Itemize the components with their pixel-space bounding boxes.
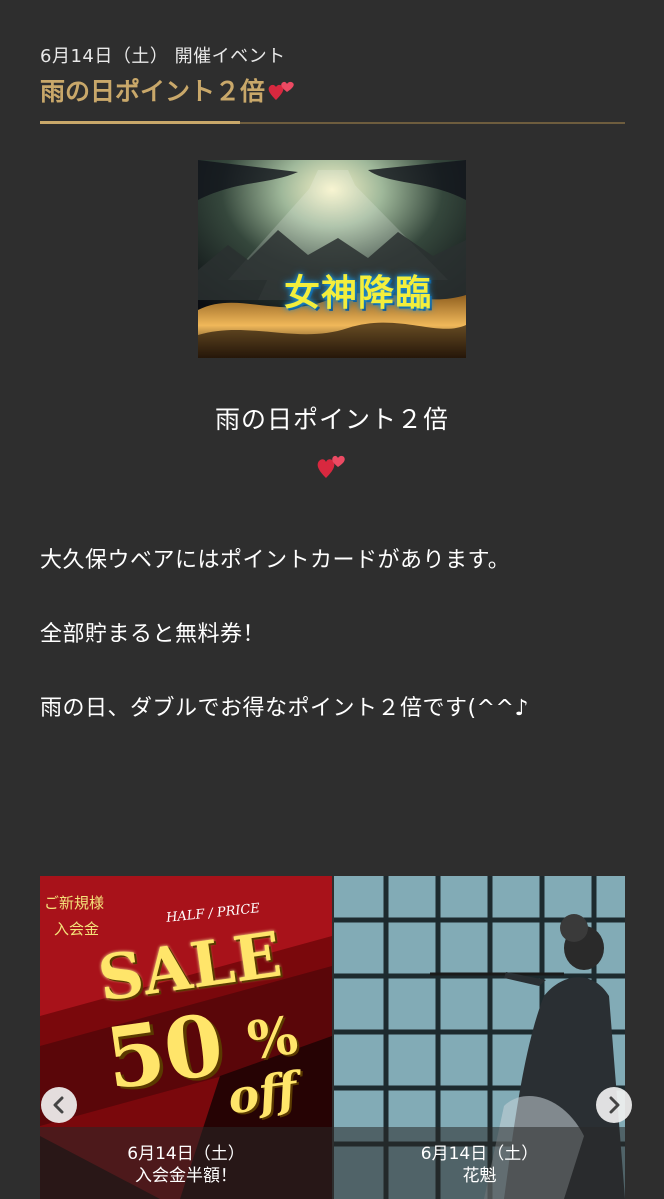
card-label: 花魁 bbox=[462, 1166, 497, 1186]
sale-corner-text: ご新規様 bbox=[44, 894, 105, 912]
sale-corner-text-2: 入会金 bbox=[54, 920, 100, 938]
chevron-left-icon bbox=[53, 1096, 64, 1114]
divider-accent bbox=[40, 121, 240, 124]
card-label: 入会金半額！ bbox=[135, 1166, 237, 1186]
content-subtitle: 雨の日ポイント２倍 bbox=[214, 405, 449, 434]
two-hearts-icon bbox=[316, 450, 348, 484]
page-title: 雨の日ポイント２倍 bbox=[40, 72, 625, 108]
carousel-card-oiran[interactable]: 6月14日（土） 花魁 bbox=[334, 876, 625, 1199]
sale-percent-number: 50 bbox=[99, 994, 230, 1109]
event-header: 6月14日（土） 開催イベント 雨の日ポイント２倍 bbox=[40, 42, 625, 108]
carousel-next-button[interactable] bbox=[596, 1087, 632, 1123]
carousel-card-half-price[interactable]: ご新規様 入会金 HALF / PRICE SALE 50 % off 6月14… bbox=[40, 876, 332, 1199]
event-date: 6月14日（土） 開催イベント bbox=[40, 46, 286, 67]
event-title: 雨の日ポイント２倍 bbox=[40, 77, 266, 106]
paragraph-double-points: 雨の日、ダブルでお得なポイント２倍です(^^♪ bbox=[40, 696, 529, 721]
paragraph-point-card: 大久保ウベアにはポイントカードがあります。 bbox=[40, 548, 511, 573]
paragraph-free-ticket: 全部貯まると無料券！ bbox=[40, 622, 266, 647]
two-hearts-icon bbox=[267, 78, 297, 102]
card-date: 6月14日（土） bbox=[420, 1144, 539, 1164]
sale-off-text: off bbox=[224, 1061, 301, 1125]
card-date: 6月14日（土） bbox=[127, 1144, 245, 1164]
card-caption: 6月14日（土） 花魁 bbox=[334, 1127, 625, 1199]
chevron-right-icon bbox=[609, 1096, 620, 1114]
carousel-prev-button[interactable] bbox=[41, 1087, 77, 1123]
event-banner-image: 女神降臨 bbox=[198, 160, 466, 358]
banner-title: 女神降臨 bbox=[284, 272, 433, 314]
card-caption: 6月14日（土） 入会金半額！ bbox=[40, 1127, 332, 1199]
event-carousel: ご新規様 入会金 HALF / PRICE SALE 50 % off 6月14… bbox=[40, 876, 625, 1199]
